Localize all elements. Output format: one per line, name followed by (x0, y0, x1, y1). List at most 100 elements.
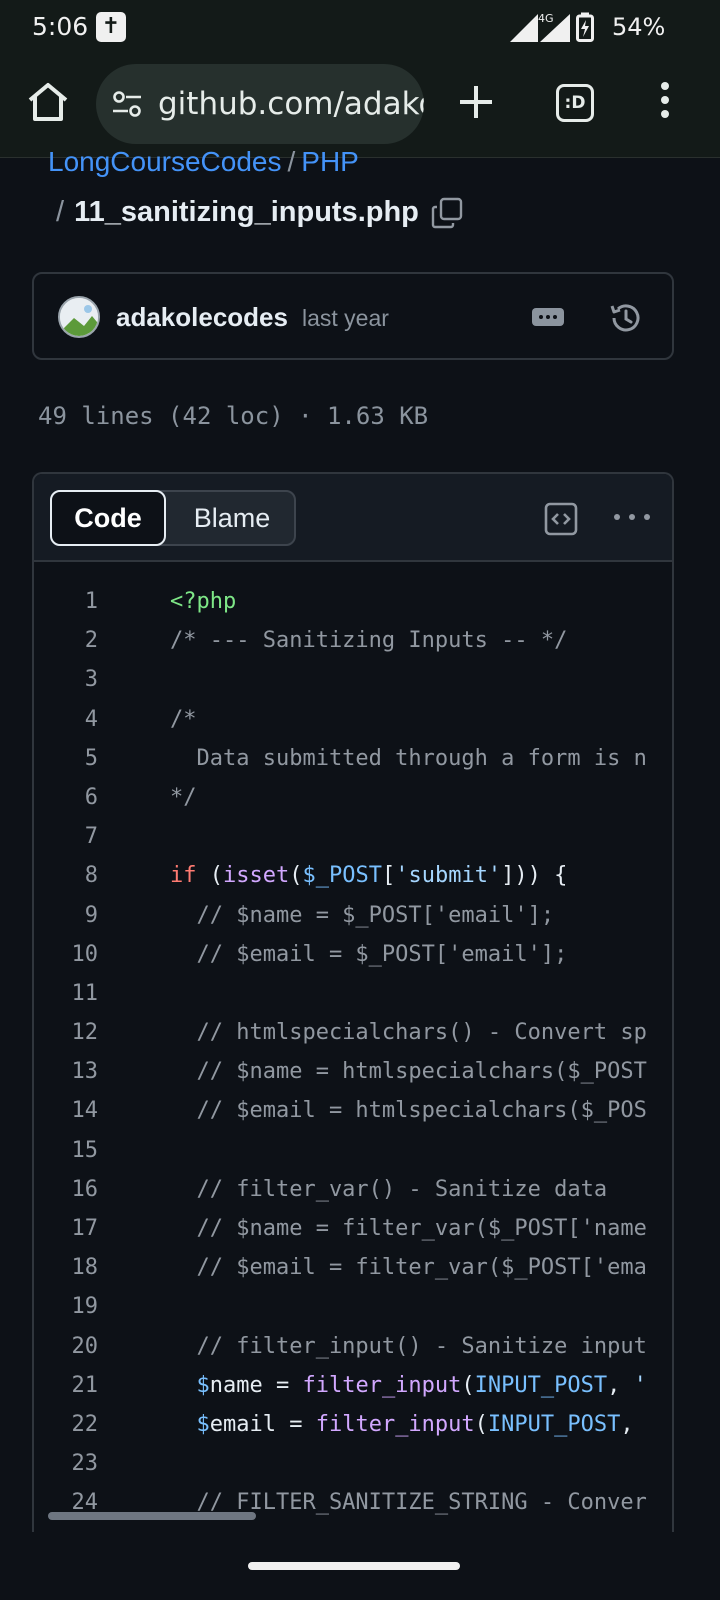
status-bar: 5:06 ✝ 4G 54% (0, 0, 720, 56)
code-line: 2 /* --- Sanitizing Inputs -- */ (34, 621, 672, 660)
line-number[interactable]: 15 (34, 1131, 99, 1170)
code-token: */ (170, 784, 197, 810)
code-line: 23 (34, 1444, 672, 1483)
code-text: /* --- Sanitizing Inputs -- */ (170, 621, 567, 660)
code-line: 21 $name = filter_input(INPUT_POST, ' (34, 1366, 672, 1405)
code-line: 3 (34, 660, 672, 699)
line-number[interactable]: 20 (34, 1327, 99, 1366)
line-number[interactable]: 18 (34, 1248, 99, 1287)
code-line: 1 <?php (34, 582, 672, 621)
author-avatar[interactable] (58, 296, 100, 338)
line-number[interactable]: 19 (34, 1287, 99, 1326)
code-token: <?php (170, 589, 237, 614)
code-token: // $name = $_POST['email']; (170, 902, 555, 928)
line-number[interactable]: 22 (34, 1405, 99, 1444)
history-icon[interactable] (608, 300, 644, 336)
commit-time: last year (302, 305, 389, 331)
code-token: // filter_input() - Sanitize input (170, 1333, 647, 1359)
copy-path-icon[interactable] (431, 197, 463, 229)
line-number[interactable]: 3 (34, 660, 98, 699)
blame-tab[interactable]: Blame (168, 492, 296, 544)
gesture-nav-handle[interactable] (248, 1562, 460, 1570)
code-text: // filter_var() - Sanitize data (170, 1170, 607, 1209)
breadcrumb-folder-link[interactable]: PHP (301, 146, 359, 177)
code-token: INPUT_POST (474, 1372, 608, 1398)
breadcrumb: LongCourseCodes / PHP (48, 146, 359, 178)
code-token: if (170, 863, 197, 889)
home-icon[interactable] (24, 78, 72, 126)
code-token: filter_input (315, 1411, 475, 1437)
code-text: // $name = htmlspecialchars($_POST (170, 1052, 647, 1091)
line-number[interactable]: 4 (34, 700, 98, 739)
code-token: /* (170, 706, 197, 732)
code-line: 7 (34, 817, 672, 856)
line-number[interactable]: 17 (34, 1209, 99, 1248)
code-token: // $name = filter_var($_POST['name (170, 1216, 647, 1241)
line-number[interactable]: 7 (34, 817, 98, 856)
line-number[interactable]: 10 (34, 935, 99, 974)
breadcrumb-repo-link[interactable]: LongCourseCodes (48, 146, 282, 177)
code-symbols-icon[interactable] (544, 502, 578, 536)
status-time: 5:06 (32, 12, 89, 41)
view-segmented-control: Code Blame (50, 490, 296, 546)
line-number[interactable]: 23 (34, 1444, 99, 1483)
horizontal-scrollbar[interactable] (48, 1512, 256, 1520)
code-token: // $name = htmlspecialchars($_POST (170, 1059, 647, 1085)
line-number[interactable]: 14 (34, 1091, 99, 1130)
line-number[interactable]: 16 (34, 1170, 99, 1209)
line-number[interactable]: 1 (34, 582, 98, 621)
code-line: 6 */ (34, 778, 672, 817)
line-number[interactable]: 8 (34, 856, 98, 895)
code-text: // $email = $_POST['email']; (170, 935, 567, 974)
tab-switcher-button[interactable]: :D (556, 84, 594, 122)
code-token: // $email = filter_var($_POST['ema (170, 1255, 647, 1281)
line-number[interactable]: 2 (34, 621, 98, 660)
latest-commit-box: adakolecodes last year (32, 272, 674, 360)
url-text: github.com/adakolecodes (158, 86, 424, 122)
new-tab-icon[interactable] (456, 82, 496, 122)
code-viewer: Code Blame 1 <?php 2 /* --- Sanitizing Inpu… (32, 472, 674, 1532)
line-number[interactable]: 21 (34, 1366, 99, 1405)
code-token: , (607, 1372, 634, 1398)
line-number[interactable]: 11 (34, 974, 99, 1013)
commit-message-toggle[interactable] (532, 308, 564, 326)
code-token: $ (196, 1411, 210, 1437)
code-token: filter_input (302, 1372, 462, 1398)
code-text: */ (170, 778, 197, 817)
code-text: $email = filter_input(INPUT_POST, (170, 1405, 634, 1444)
code-line: 10 // $email = $_POST['email']; (34, 935, 672, 974)
battery-charging-icon (576, 12, 594, 42)
site-settings-icon[interactable] (112, 90, 142, 118)
code-text: if (isset($_POST['submit'])) { (170, 856, 567, 895)
commit-author[interactable]: adakolecodes (116, 302, 288, 333)
line-number[interactable]: 6 (34, 778, 98, 817)
code-line: 14 // $email = htmlspecialchars($_POS (34, 1091, 672, 1130)
overflow-menu-icon[interactable] (654, 82, 676, 126)
code-viewer-header: Code Blame (34, 474, 672, 562)
code-line: 9 // $name = $_POST['email']; (34, 896, 672, 935)
file-path-row: / 11_sanitizing_inputs.php (56, 196, 463, 229)
more-options-icon[interactable] (614, 514, 650, 522)
notification-cross-icon: ✝ (96, 12, 126, 42)
code-token: ( (289, 863, 303, 889)
code-token: , (620, 1411, 634, 1437)
line-number[interactable]: 5 (34, 739, 98, 778)
line-number[interactable]: 13 (34, 1052, 99, 1091)
code-text: // $name = $_POST['email']; (170, 896, 554, 935)
address-bar[interactable]: github.com/adakolecodes (96, 64, 424, 144)
line-number[interactable]: 9 (34, 896, 98, 935)
code-tab[interactable]: Code (50, 490, 166, 546)
code-line: 22 $email = filter_input(INPUT_POST, (34, 1405, 672, 1444)
line-number[interactable]: 12 (34, 1013, 99, 1052)
code-token: INPUT_POST (487, 1411, 621, 1437)
code-token: // filter_var() - Sanitize data (170, 1176, 608, 1202)
code-line: 19 (34, 1287, 672, 1326)
code-token: name = (209, 1372, 303, 1398)
code-line: 20 // filter_input() - Sanitize input (34, 1327, 672, 1366)
code-token: ' (633, 1372, 647, 1398)
code-token: email = (209, 1411, 316, 1437)
code-token: ( (196, 863, 223, 889)
code-token: $ (196, 1372, 210, 1398)
breadcrumb-separator: / (287, 146, 296, 177)
